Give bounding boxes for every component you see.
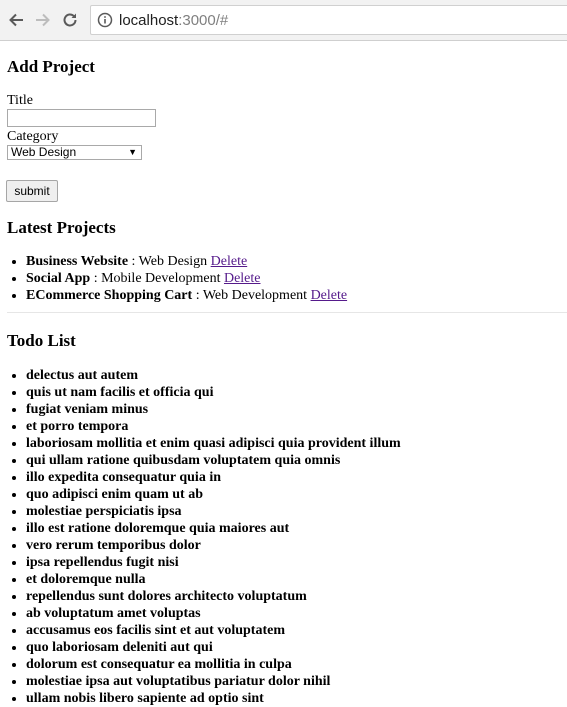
todo-item: dolorum est consequatur ea mollitia in c…: [26, 656, 567, 673]
todo-list-heading: Todo List: [7, 331, 76, 350]
todo-item: vero rerum temporibus dolor: [26, 537, 567, 554]
address-bar[interactable]: localhost:3000/#: [90, 5, 567, 35]
todo-item: molestiae ipsa aut voluptatibus pariatur…: [26, 673, 567, 690]
todo-item: quis ut nam facilis et officia qui: [26, 384, 567, 401]
add-project-heading: Add Project: [7, 57, 95, 76]
category-select[interactable]: Web Design ▼: [7, 145, 142, 160]
project-item: Social App : Mobile Development Delete: [26, 270, 567, 287]
add-project-form: Title Category Web Design ▼: [7, 93, 156, 160]
todo-item: quo adipisci enim quam ut ab: [26, 486, 567, 503]
title-label: Title: [7, 93, 33, 108]
project-item: Business Website : Web Design Delete: [26, 253, 567, 270]
projects-list: Business Website : Web Design Delete Soc…: [7, 253, 567, 304]
category-label: Category: [7, 129, 59, 144]
todo-item: ab voluptatum amet voluptas: [26, 605, 567, 622]
todo-item: laboriosam mollitia et enim quasi adipis…: [26, 435, 567, 452]
title-input[interactable]: [7, 109, 156, 127]
url-host: localhost: [119, 11, 179, 29]
todo-item: qui ullam ratione quibusdam voluptatem q…: [26, 452, 567, 469]
todo-item: repellendus sunt dolores architecto volu…: [26, 588, 567, 605]
dropdown-arrow-icon: ▼: [128, 147, 137, 157]
project-title: Social App: [26, 271, 91, 286]
project-category: : Web Design: [128, 254, 211, 269]
todo-item: et doloremque nulla: [26, 571, 567, 588]
todo-item: ipsa repellendus fugit nisi: [26, 554, 567, 571]
todo-item: quo laboriosam deleniti aut qui: [26, 639, 567, 656]
delete-link[interactable]: Delete: [211, 254, 248, 269]
category-selected-value: Web Design: [11, 145, 77, 159]
todo-item: molestiae perspiciatis ipsa: [26, 503, 567, 520]
back-icon[interactable]: [5, 9, 27, 31]
browser-toolbar: localhost:3000/#: [0, 0, 567, 41]
latest-projects-heading: Latest Projects: [7, 218, 116, 237]
delete-link[interactable]: Delete: [311, 288, 348, 303]
delete-link[interactable]: Delete: [224, 271, 261, 286]
project-title: ECommerce Shopping Cart: [26, 288, 193, 303]
project-category: : Web Development: [192, 288, 311, 303]
submit-button[interactable]: submit: [6, 180, 58, 202]
todo-item: accusamus eos facilis sint et aut volupt…: [26, 622, 567, 639]
todo-item: et porro tempora: [26, 418, 567, 435]
project-category: : Mobile Development: [90, 271, 224, 286]
todo-item: illo est ratione doloremque quia maiores…: [26, 520, 567, 537]
todo-list: delectus aut autem quis ut nam facilis e…: [7, 367, 567, 707]
divider: [7, 312, 567, 313]
todo-item: fugiat veniam minus: [26, 401, 567, 418]
reload-icon[interactable]: [59, 9, 81, 31]
project-item: ECommerce Shopping Cart : Web Developmen…: [26, 287, 567, 304]
url-path: :3000/#: [178, 11, 229, 29]
todo-item: illo expedita consequatur quia in: [26, 469, 567, 486]
todo-item: ullam nobis libero sapiente ad optio sin…: [26, 690, 567, 707]
forward-icon[interactable]: [32, 9, 54, 31]
todo-item: delectus aut autem: [26, 367, 567, 384]
project-title: Business Website: [26, 254, 129, 269]
info-icon[interactable]: [97, 12, 113, 28]
